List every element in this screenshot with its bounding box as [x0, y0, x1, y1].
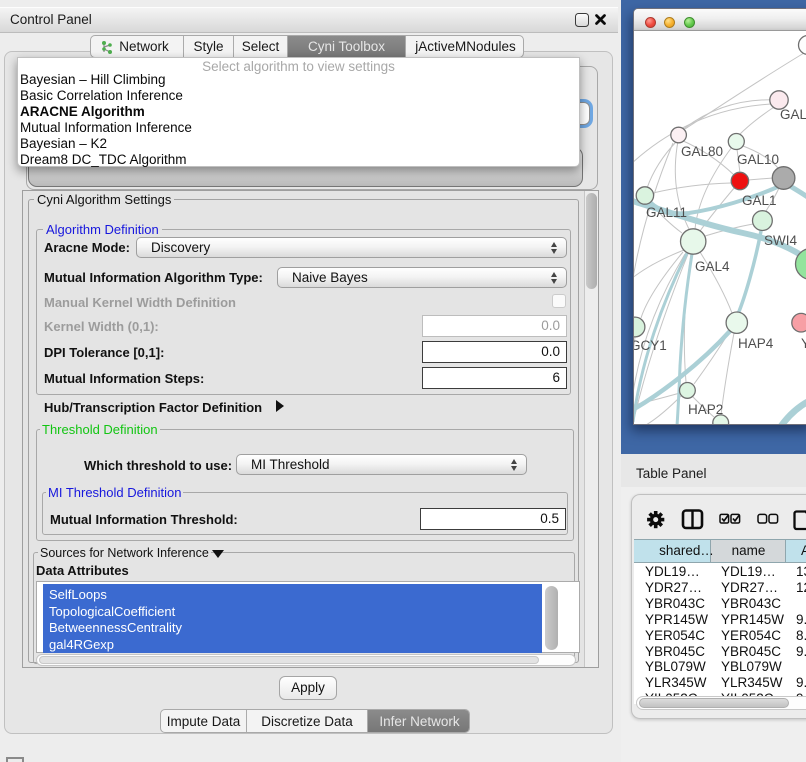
svg-text:GAL10: GAL10	[737, 152, 779, 167]
svg-text:Y: Y	[801, 336, 806, 351]
svg-text:GAL11: GAL11	[646, 205, 687, 220]
svg-text:HAP4: HAP4	[738, 336, 774, 351]
svg-text:GAL80: GAL80	[681, 144, 723, 159]
svg-text:SWI4: SWI4	[764, 233, 797, 248]
svg-text:GAL1: GAL1	[742, 193, 777, 208]
svg-text:GAL: GAL	[780, 107, 806, 122]
svg-text:GCY1: GCY1	[634, 338, 667, 353]
svg-text:GAL4: GAL4	[695, 259, 730, 274]
svg-text:HAP2: HAP2	[688, 402, 723, 417]
